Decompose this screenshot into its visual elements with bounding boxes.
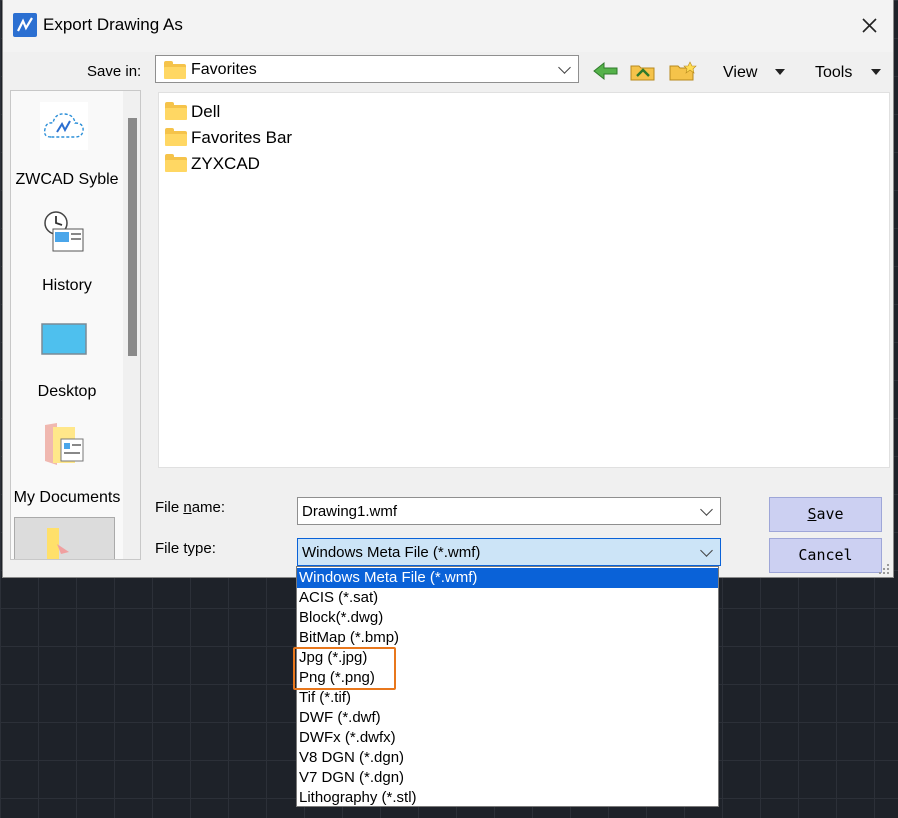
up-folder-icon <box>630 65 655 81</box>
place-history[interactable]: History <box>11 277 123 295</box>
file-type-value: Windows Meta File (*.wmf) <box>302 544 481 561</box>
folder-shortcut-icon <box>47 528 69 559</box>
file-list[interactable]: Dell Favorites Bar ZYXCAD <box>158 92 890 468</box>
chevron-down-icon <box>700 544 713 557</box>
file-type-option-tif[interactable]: Tif (*.tif) <box>297 688 718 708</box>
history-icon[interactable] <box>41 207 89 261</box>
save-in-combo[interactable]: Favorites <box>155 55 579 83</box>
folder-icon <box>165 128 187 146</box>
file-name-favorites-bar: Favorites Bar <box>191 128 293 147</box>
tools-menu[interactable]: Tools <box>815 64 852 82</box>
cancel-button[interactable]: Cancel <box>769 538 882 573</box>
place-selected-item[interactable] <box>14 517 115 559</box>
file-type-option-v8-dgn[interactable]: V8 DGN (*.dgn) <box>297 748 718 768</box>
export-dialog: Export Drawing As Save in: Favorites Vie… <box>2 0 894 578</box>
save-in-value: Favorites <box>191 61 257 78</box>
file-type-label: File type: <box>155 540 216 557</box>
resize-grip-icon[interactable] <box>877 562 891 580</box>
new-folder-button[interactable] <box>668 60 698 86</box>
tools-dropdown-icon <box>871 69 881 75</box>
file-type-option-sat[interactable]: ACIS (*.sat) <box>297 588 718 608</box>
new-folder-icon <box>669 61 697 81</box>
file-type-option-dwf[interactable]: DWF (*.dwf) <box>297 708 718 728</box>
places-scrollbar-thumb[interactable] <box>128 118 137 356</box>
file-name-input[interactable]: Drawing1.wmf <box>297 497 721 525</box>
file-type-option-dwg[interactable]: Block(*.dwg) <box>297 608 718 628</box>
place-my-documents[interactable]: My Documents <box>11 489 123 507</box>
file-type-option-bmp[interactable]: BitMap (*.bmp) <box>297 628 718 648</box>
close-icon <box>862 18 877 33</box>
chevron-down-icon <box>558 61 571 74</box>
back-arrow-icon <box>593 61 618 81</box>
file-type-option-dwfx[interactable]: DWFx (*.dwfx) <box>297 728 718 748</box>
folder-icon <box>165 154 187 172</box>
place-zwcad-syble[interactable]: ZWCAD Syble <box>11 171 123 189</box>
up-folder-button[interactable] <box>629 60 657 86</box>
place-desktop[interactable]: Desktop <box>11 383 123 401</box>
desktop-icon[interactable] <box>41 323 87 359</box>
annotation-highlight-box <box>293 647 396 690</box>
window-title: Export Drawing As <box>43 15 183 34</box>
close-button[interactable] <box>849 10 889 42</box>
my-documents-icon[interactable] <box>43 421 87 471</box>
folder-icon <box>164 61 186 79</box>
file-type-select[interactable]: Windows Meta File (*.wmf) <box>297 538 721 566</box>
view-dropdown-icon <box>775 69 785 75</box>
places-bar: ZWCAD Syble History Desktop My Documents <box>10 90 141 560</box>
save-in-label: Save in: <box>87 63 142 80</box>
file-type-option-stl[interactable]: Lithography (*.stl) <box>297 788 718 808</box>
file-name-dell: Dell <box>191 102 221 121</box>
file-name-label: File name: <box>155 499 226 516</box>
view-menu[interactable]: View <box>723 64 757 82</box>
file-name-value: Drawing1.wmf <box>302 503 398 520</box>
chevron-down-icon <box>700 503 713 516</box>
cloud-icon[interactable] <box>39 101 89 155</box>
folder-icon <box>165 102 187 120</box>
file-type-option-wmf[interactable]: Windows Meta File (*.wmf) <box>297 568 718 588</box>
back-button[interactable] <box>592 60 620 86</box>
file-type-option-v7-dgn[interactable]: V7 DGN (*.dgn) <box>297 768 718 788</box>
file-name-zyxcad: ZYXCAD <box>191 154 260 173</box>
app-icon <box>13 13 37 37</box>
save-button[interactable]: Save <box>769 497 882 532</box>
title-bar: Export Drawing As <box>3 0 893 52</box>
